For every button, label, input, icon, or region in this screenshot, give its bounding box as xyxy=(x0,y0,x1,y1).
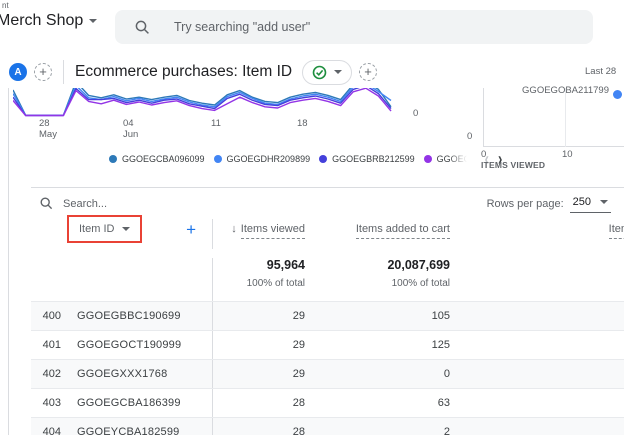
date-range-selector[interactable]: Last 28 xyxy=(585,66,616,77)
table-header-row: Item ID + ↓ Items viewed Items added to c… xyxy=(31,215,624,249)
scatter-chart: GGOEGOBA211799 xyxy=(483,85,624,147)
rows-per-page-select[interactable]: 250 xyxy=(569,194,611,213)
series-dot-icon xyxy=(109,154,117,163)
scatter-point-label: GGOEGOBA211799 xyxy=(522,85,609,96)
series-dot-icon xyxy=(319,154,328,163)
ga-analytics-screen: nt Merch Shop Try searching "add user" A… xyxy=(0,0,624,435)
item-id-cell: GGOEYCBA182599 xyxy=(77,426,180,435)
series-dot-icon xyxy=(213,154,222,163)
item-id-cell: GGOEGOCT190999 xyxy=(77,339,182,351)
rows-per-page-label: Rows per page: xyxy=(486,197,564,210)
table-row[interactable]: 404 GGOEYCBA182599 28 2 xyxy=(31,417,624,435)
line-chart xyxy=(13,88,392,117)
add-column-button[interactable]: + xyxy=(186,220,196,240)
add-segment-button[interactable]: + xyxy=(34,63,52,81)
item-id-annotation-box: Item ID xyxy=(67,215,143,243)
x-tick-04jun: 04 Jun xyxy=(123,118,139,140)
legend-item[interactable]: GGOEG xyxy=(423,153,467,164)
property-name: Merch Shop xyxy=(0,12,84,29)
add-report-tab-button[interactable]: + xyxy=(359,63,378,81)
table-row[interactable]: 403 GGOEGCBA186399 28 63 xyxy=(31,388,624,417)
topbar: nt Merch Shop Try searching "add user" xyxy=(0,0,624,48)
check-circle-icon xyxy=(312,65,327,79)
total-items-viewed: 95,964 xyxy=(266,258,305,272)
legend-item[interactable]: GGOEGCBA096099 xyxy=(109,154,205,164)
table-search-icon xyxy=(40,197,53,210)
sort-desc-icon: ↓ xyxy=(231,223,237,235)
report-header: A + Ecommerce purchases: Item ID + xyxy=(9,55,378,89)
metric-header-items-added[interactable]: Items added to cart xyxy=(305,219,450,249)
dimension-header[interactable]: Item ID xyxy=(79,223,114,235)
item-id-cell: GGOEGCBA186399 xyxy=(77,397,181,409)
scatter-point-icon[interactable] xyxy=(613,90,622,99)
segment-chip-avatar[interactable]: A xyxy=(9,63,27,81)
table-row[interactable]: 400 GGOEGBBC190699 29 105 xyxy=(31,301,624,330)
scatter-x-zero: 0 xyxy=(481,149,487,160)
x-tick-18: 18 xyxy=(297,118,308,129)
scatter-gridline xyxy=(565,88,566,147)
metric-header-items-purchased[interactable]: Items purchased xyxy=(450,219,624,249)
chevron-down-icon xyxy=(89,19,98,23)
scatter-x-ten: 10 xyxy=(562,149,573,160)
table-row[interactable]: 402 GGOEGXXX1768 29 0 xyxy=(31,359,624,388)
search-icon xyxy=(135,20,149,34)
rows-per-page: Rows per page: 250 xyxy=(487,194,611,213)
metric-header-items-viewed[interactable]: ↓ Items viewed xyxy=(213,219,305,249)
scatter-y-zero: 0 xyxy=(467,131,473,142)
account-label-fragment: nt xyxy=(2,1,9,10)
total-items-viewed-pct: 100% of total xyxy=(246,278,305,289)
line-chart-y-zero: 0 xyxy=(413,108,419,119)
report-panel: 28 May 04 Jun 11 18 0 GGOEGCBA096099 GGOEG… xyxy=(8,85,624,435)
global-search-placeholder: Try searching "add user" xyxy=(174,20,311,34)
chevron-down-icon xyxy=(122,227,131,231)
legend-item[interactable]: GGOEGDHR209899 xyxy=(213,154,310,164)
item-id-cell: GGOEGBBC190699 xyxy=(77,310,181,322)
chevron-down-icon xyxy=(600,200,608,204)
chevron-down-icon xyxy=(334,70,343,74)
total-items-added: 20,087,699 xyxy=(387,258,450,272)
report-title: Ecommerce purchases: Item ID xyxy=(75,63,293,80)
x-tick-11: 11 xyxy=(211,118,221,129)
x-tick-28may: 28 May xyxy=(39,118,57,140)
report-status-dropdown[interactable] xyxy=(302,59,353,85)
global-search-input[interactable]: Try searching "add user" xyxy=(115,10,593,44)
chart-legend: GGOEGCBA096099 GGOEGDHR209899 GGOEGBRB21… xyxy=(109,148,502,169)
property-selector[interactable]: Merch Shop xyxy=(0,12,98,30)
report-table: Search... Rows per page: 250 Item ID + ↓… xyxy=(31,187,624,435)
table-row[interactable]: 401 GGOEGOCT190999 29 125 xyxy=(31,330,624,359)
total-items-added-pct: 100% of total xyxy=(391,278,450,289)
table-totals-row: 95,964 100% of total 20,087,699 100% of … xyxy=(31,249,624,301)
scatter-x-axis-title: ITEMS VIEWED xyxy=(481,160,546,170)
table-search-input[interactable]: Search... xyxy=(63,198,487,210)
header-divider xyxy=(63,60,64,84)
item-id-cell: GGOEGXXX1768 xyxy=(77,368,168,380)
series-dot-icon xyxy=(423,154,432,163)
legend-item[interactable]: GGOEGBRB212599 xyxy=(319,154,415,164)
charts-area: 28 May 04 Jun 11 18 0 GGOEGCBA096099 GGOEG… xyxy=(9,85,624,187)
